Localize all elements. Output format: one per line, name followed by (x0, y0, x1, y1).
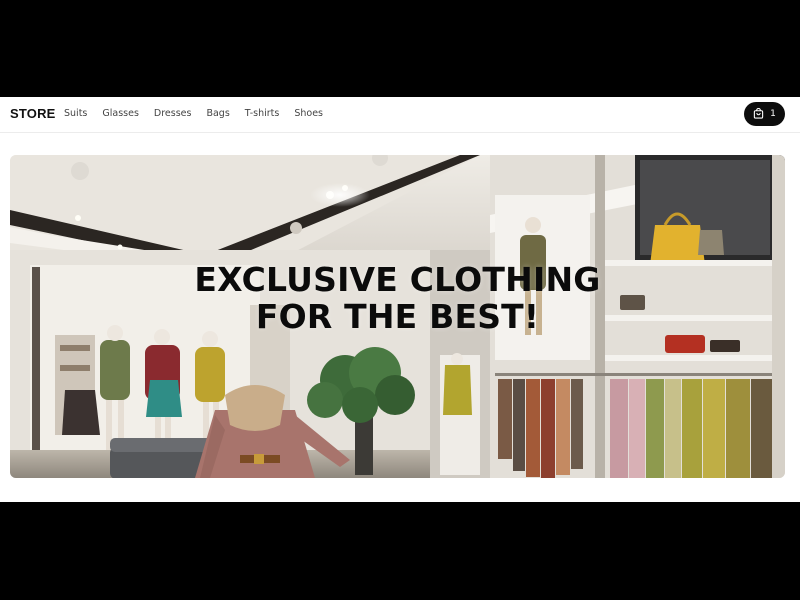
hero-banner: EXCLUSIVE CLOTHING FOR THE BEST! (10, 155, 785, 478)
shopping-bag-icon (753, 107, 764, 122)
top-navbar: STORE Suits Glasses Dresses Bags T-shirt… (0, 97, 800, 133)
category-nav: Suits Glasses Dresses Bags T-shirts Shoe… (64, 108, 338, 119)
hero-title: EXCLUSIVE CLOTHING FOR THE BEST! (194, 260, 601, 336)
nav-link-tshirts[interactable]: T-shirts (245, 108, 280, 119)
cart-count-badge: 1 (770, 109, 776, 119)
store-logo[interactable]: STORE (10, 106, 56, 121)
store-page: STORE Suits Glasses Dresses Bags T-shirt… (0, 97, 800, 502)
nav-link-bags[interactable]: Bags (206, 108, 229, 119)
cart-button[interactable]: 1 (744, 102, 785, 126)
nav-link-dresses[interactable]: Dresses (154, 108, 192, 119)
nav-link-glasses[interactable]: Glasses (102, 108, 139, 119)
nav-link-shoes[interactable]: Shoes (294, 108, 323, 119)
nav-link-suits[interactable]: Suits (64, 108, 87, 119)
